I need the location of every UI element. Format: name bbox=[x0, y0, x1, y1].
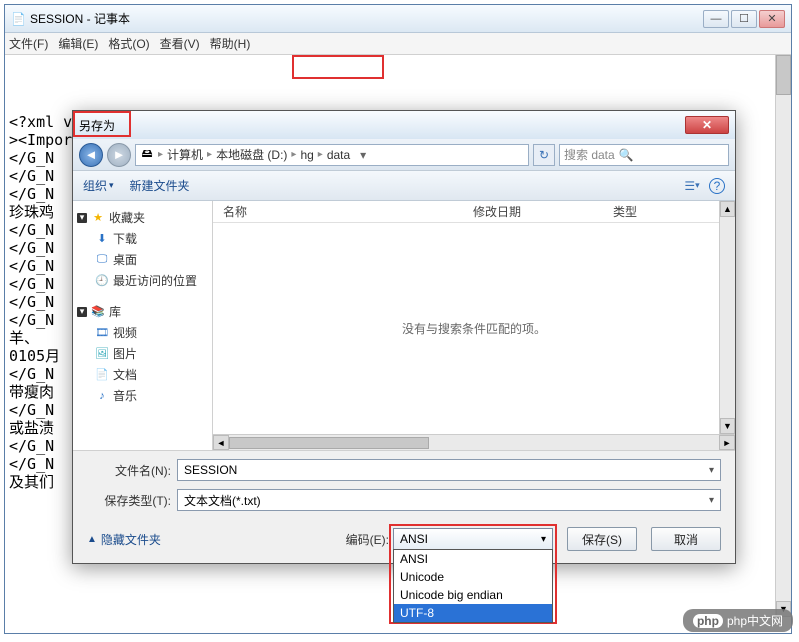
encoding-select[interactable]: ANSI ▾ bbox=[393, 528, 553, 550]
minimize-button[interactable]: — bbox=[703, 10, 729, 28]
navigation-pane: ▾ ★ 收藏夹 ⬇下载 🖵桌面 🕘最近访问的位置 ▾ 📚 库 🎞视频 🖼图片 📄… bbox=[73, 201, 213, 450]
notepad-menubar: 文件(F) 编辑(E) 格式(O) 查看(V) 帮助(H) bbox=[5, 33, 791, 55]
view-options-button[interactable]: ☰ ▾ bbox=[683, 177, 701, 195]
encoding-dropdown-list: ANSI Unicode Unicode big endian UTF-8 bbox=[393, 549, 553, 623]
refresh-button[interactable]: ↻ bbox=[533, 144, 555, 166]
crumb-computer[interactable]: 计算机 bbox=[167, 146, 203, 163]
empty-message: 没有与搜索条件匹配的项。 bbox=[402, 320, 546, 337]
video-icon: 🎞 bbox=[95, 326, 109, 340]
menu-format[interactable]: 格式(O) bbox=[108, 35, 149, 52]
notepad-icon: 📄 bbox=[11, 12, 26, 26]
list-scrollbar-vertical[interactable]: ▲ ▼ bbox=[719, 201, 735, 434]
list-header: 名称 修改日期 类型 bbox=[213, 201, 735, 223]
menu-file[interactable]: 文件(F) bbox=[9, 35, 48, 52]
chevron-down-icon[interactable]: ▾ bbox=[541, 534, 546, 545]
highlight-encoding-box bbox=[292, 55, 384, 79]
encoding-option-ansi[interactable]: ANSI bbox=[394, 550, 552, 568]
new-folder-button[interactable]: 新建文件夹 bbox=[130, 177, 190, 194]
bottom-row: ▲ 隐藏文件夹 编码(E): ANSI ▾ ANSI Unicode Unico… bbox=[73, 519, 735, 563]
nav-downloads[interactable]: ⬇下载 bbox=[77, 228, 208, 249]
crumb-drive[interactable]: 本地磁盘 (D:) bbox=[216, 146, 287, 163]
desktop-icon: 🖵 bbox=[95, 253, 109, 267]
breadcrumb[interactable]: 🖴 ▸ 计算机 ▸ 本地磁盘 (D:) ▸ hg ▸ data ▾ bbox=[135, 144, 529, 166]
music-icon: ♪ bbox=[95, 389, 109, 403]
dialog-toolbar: 组织▾ 新建文件夹 ☰ ▾ ? bbox=[73, 171, 735, 201]
scroll-up-icon[interactable]: ▲ bbox=[720, 201, 735, 217]
recent-icon: 🕘 bbox=[95, 274, 109, 288]
editor-scrollbar-vertical[interactable]: ▲ ▼ bbox=[775, 55, 791, 617]
chevron-down-icon[interactable]: ▾ bbox=[709, 495, 714, 506]
scroll-thumb[interactable] bbox=[776, 55, 791, 95]
search-input[interactable]: 搜索 data 🔍 bbox=[559, 144, 729, 166]
maximize-button[interactable]: ☐ bbox=[731, 10, 757, 28]
filename-field[interactable]: SESSION▾ bbox=[177, 459, 721, 481]
php-logo-icon: php bbox=[693, 614, 723, 628]
hide-folders-link[interactable]: ▲ 隐藏文件夹 bbox=[87, 531, 161, 548]
crumb-hg[interactable]: hg bbox=[300, 148, 313, 162]
nav-desktop[interactable]: 🖵桌面 bbox=[77, 249, 208, 270]
scroll-left-icon[interactable]: ◄ bbox=[213, 435, 229, 450]
picture-icon: 🖼 bbox=[95, 347, 109, 361]
address-bar: ◄ ► 🖴 ▸ 计算机 ▸ 本地磁盘 (D:) ▸ hg ▸ data ▾ ↻ … bbox=[73, 139, 735, 171]
organize-button[interactable]: 组织▾ bbox=[83, 177, 114, 194]
chevron-down-icon[interactable]: ▾ bbox=[709, 465, 714, 476]
encoding-option-unicode[interactable]: Unicode bbox=[394, 568, 552, 586]
list-scrollbar-horizontal[interactable]: ◄ ► bbox=[213, 434, 735, 450]
form-area: 文件名(N): SESSION▾ 保存类型(T): 文本文档(*.txt)▾ bbox=[73, 450, 735, 519]
breadcrumb-dropdown-icon[interactable]: ▾ bbox=[354, 148, 372, 162]
notepad-titlebar[interactable]: 📄 SESSION - 记事本 — ☐ ✕ bbox=[5, 5, 791, 33]
search-icon: 🔍 bbox=[619, 148, 634, 162]
library-icon: 📚 bbox=[91, 305, 105, 319]
download-icon: ⬇ bbox=[95, 232, 109, 246]
nav-libraries[interactable]: ▾ 📚 库 bbox=[77, 301, 208, 322]
list-body: 没有与搜索条件匹配的项。 bbox=[213, 223, 735, 434]
watermark: php php中文网 bbox=[683, 609, 793, 632]
nav-forward-button[interactable]: ► bbox=[107, 143, 131, 167]
col-name-header[interactable]: 名称 bbox=[213, 203, 473, 220]
menu-view[interactable]: 查看(V) bbox=[160, 35, 200, 52]
file-list-pane: 名称 修改日期 类型 没有与搜索条件匹配的项。 ◄ ► ▲ ▼ bbox=[213, 201, 735, 450]
nav-back-button[interactable]: ◄ bbox=[79, 143, 103, 167]
filetype-select[interactable]: 文本文档(*.txt)▾ bbox=[177, 489, 721, 511]
search-placeholder: 搜索 data bbox=[564, 146, 615, 163]
save-as-dialog: 另存为 ✕ ◄ ► 🖴 ▸ 计算机 ▸ 本地磁盘 (D:) ▸ hg ▸ dat… bbox=[72, 110, 736, 564]
collapse-icon: ▾ bbox=[77, 213, 87, 223]
scroll-thumb-h[interactable] bbox=[229, 437, 429, 449]
encoding-option-utf8[interactable]: UTF-8 bbox=[394, 604, 552, 622]
nav-recent[interactable]: 🕘最近访问的位置 bbox=[77, 270, 208, 291]
dialog-titlebar[interactable]: 另存为 ✕ bbox=[73, 111, 735, 139]
nav-music[interactable]: ♪音乐 bbox=[77, 385, 208, 406]
menu-help[interactable]: 帮助(H) bbox=[210, 35, 251, 52]
menu-edit[interactable]: 编辑(E) bbox=[58, 35, 98, 52]
nav-videos[interactable]: 🎞视频 bbox=[77, 322, 208, 343]
document-icon: 📄 bbox=[95, 368, 109, 382]
dialog-title: 另存为 bbox=[79, 117, 685, 134]
filetype-label: 保存类型(T): bbox=[87, 492, 177, 509]
nav-favorites[interactable]: ▾ ★ 收藏夹 bbox=[77, 207, 208, 228]
help-button[interactable]: ? bbox=[709, 178, 725, 194]
crumb-data[interactable]: data bbox=[327, 148, 350, 162]
collapse-icon: ▾ bbox=[77, 307, 87, 317]
encoding-option-unicode-be[interactable]: Unicode big endian bbox=[394, 586, 552, 604]
col-type-header[interactable]: 类型 bbox=[613, 203, 735, 220]
notepad-title: SESSION - 记事本 bbox=[26, 10, 703, 27]
collapse-arrow-icon: ▲ bbox=[87, 534, 97, 545]
star-icon: ★ bbox=[91, 211, 105, 225]
dialog-close-button[interactable]: ✕ bbox=[685, 116, 729, 134]
filename-label: 文件名(N): bbox=[87, 462, 177, 479]
scroll-down-icon[interactable]: ▼ bbox=[720, 418, 735, 434]
drive-icon: 🖴 bbox=[140, 148, 154, 162]
save-button[interactable]: 保存(S) bbox=[567, 527, 637, 551]
nav-documents[interactable]: 📄文档 bbox=[77, 364, 208, 385]
encoding-label: 编码(E): bbox=[346, 531, 389, 548]
col-date-header[interactable]: 修改日期 bbox=[473, 203, 613, 220]
close-button[interactable]: ✕ bbox=[759, 10, 785, 28]
nav-pictures[interactable]: 🖼图片 bbox=[77, 343, 208, 364]
scroll-right-icon[interactable]: ► bbox=[719, 435, 735, 450]
cancel-button[interactable]: 取消 bbox=[651, 527, 721, 551]
